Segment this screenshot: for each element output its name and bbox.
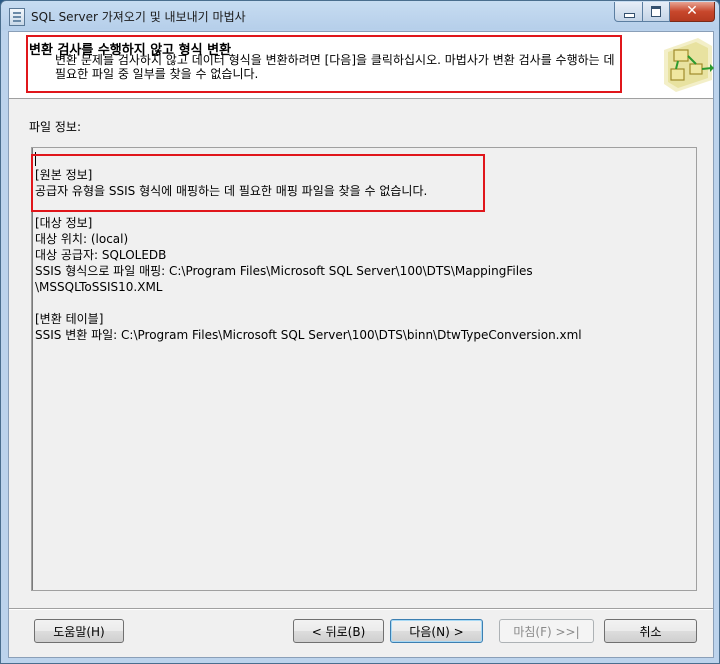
conversion-table-header: [변환 테이블] bbox=[35, 312, 104, 326]
help-button[interactable]: 도움말(H) bbox=[34, 619, 124, 643]
wizard-header: 변환 검사를 수행하지 않고 형식 변환 변환 문제를 검사하지 않고 데이터 … bbox=[9, 32, 714, 99]
close-button[interactable]: ✕ bbox=[670, 2, 715, 22]
dest-provider: 대상 공급자: SQLOLEDB bbox=[35, 248, 167, 262]
maximize-button[interactable] bbox=[643, 2, 670, 22]
source-info-highlight-box bbox=[31, 154, 485, 212]
dest-mapping-file-cont: \MSSQLToSSIS10.XML bbox=[35, 280, 163, 294]
app-icon bbox=[9, 8, 25, 26]
finish-button: 마침(F) >>| bbox=[499, 619, 594, 643]
conversion-file: SSIS 변환 파일: C:\Program Files\Microsoft S… bbox=[35, 328, 582, 342]
dest-info-header: [대상 정보] bbox=[35, 216, 93, 230]
button-divider bbox=[9, 608, 713, 610]
file-info-textbox[interactable]: [원본 정보] 공급자 유형을 SSIS 형식에 매핑하는 데 필요한 매핑 파… bbox=[31, 147, 697, 591]
textbox-left-edge bbox=[32, 148, 33, 590]
wizard-client-area: 변환 검사를 수행하지 않고 형식 변환 변환 문제를 검사하지 않고 데이터 … bbox=[8, 31, 714, 658]
minimize-button[interactable] bbox=[614, 2, 643, 22]
dest-mapping-file: SSIS 형식으로 파일 매핑: C:\Program Files\Micros… bbox=[35, 264, 533, 278]
dest-location: 대상 위치: (local) bbox=[35, 232, 129, 246]
window-title: SQL Server 가져오기 및 내보내기 마법사 bbox=[31, 10, 246, 24]
minimize-icon bbox=[624, 13, 635, 18]
header-highlight-box bbox=[26, 35, 622, 93]
file-info-label: 파일 정보: bbox=[29, 120, 82, 134]
title-bar[interactable]: SQL Server 가져오기 및 내보내기 마법사 ✕ bbox=[1, 1, 719, 31]
back-button[interactable]: < 뒤로(B) bbox=[293, 619, 384, 643]
maximize-icon bbox=[651, 6, 661, 17]
wizard-icon bbox=[664, 38, 714, 92]
wizard-window: SQL Server 가져오기 및 내보내기 마법사 ✕ 변환 검사를 수행하지… bbox=[0, 0, 720, 664]
caption-buttons: ✕ bbox=[614, 2, 715, 22]
cancel-button[interactable]: 취소 bbox=[604, 619, 697, 643]
next-button[interactable]: 다음(N) > bbox=[390, 619, 483, 643]
close-icon: ✕ bbox=[686, 3, 698, 19]
